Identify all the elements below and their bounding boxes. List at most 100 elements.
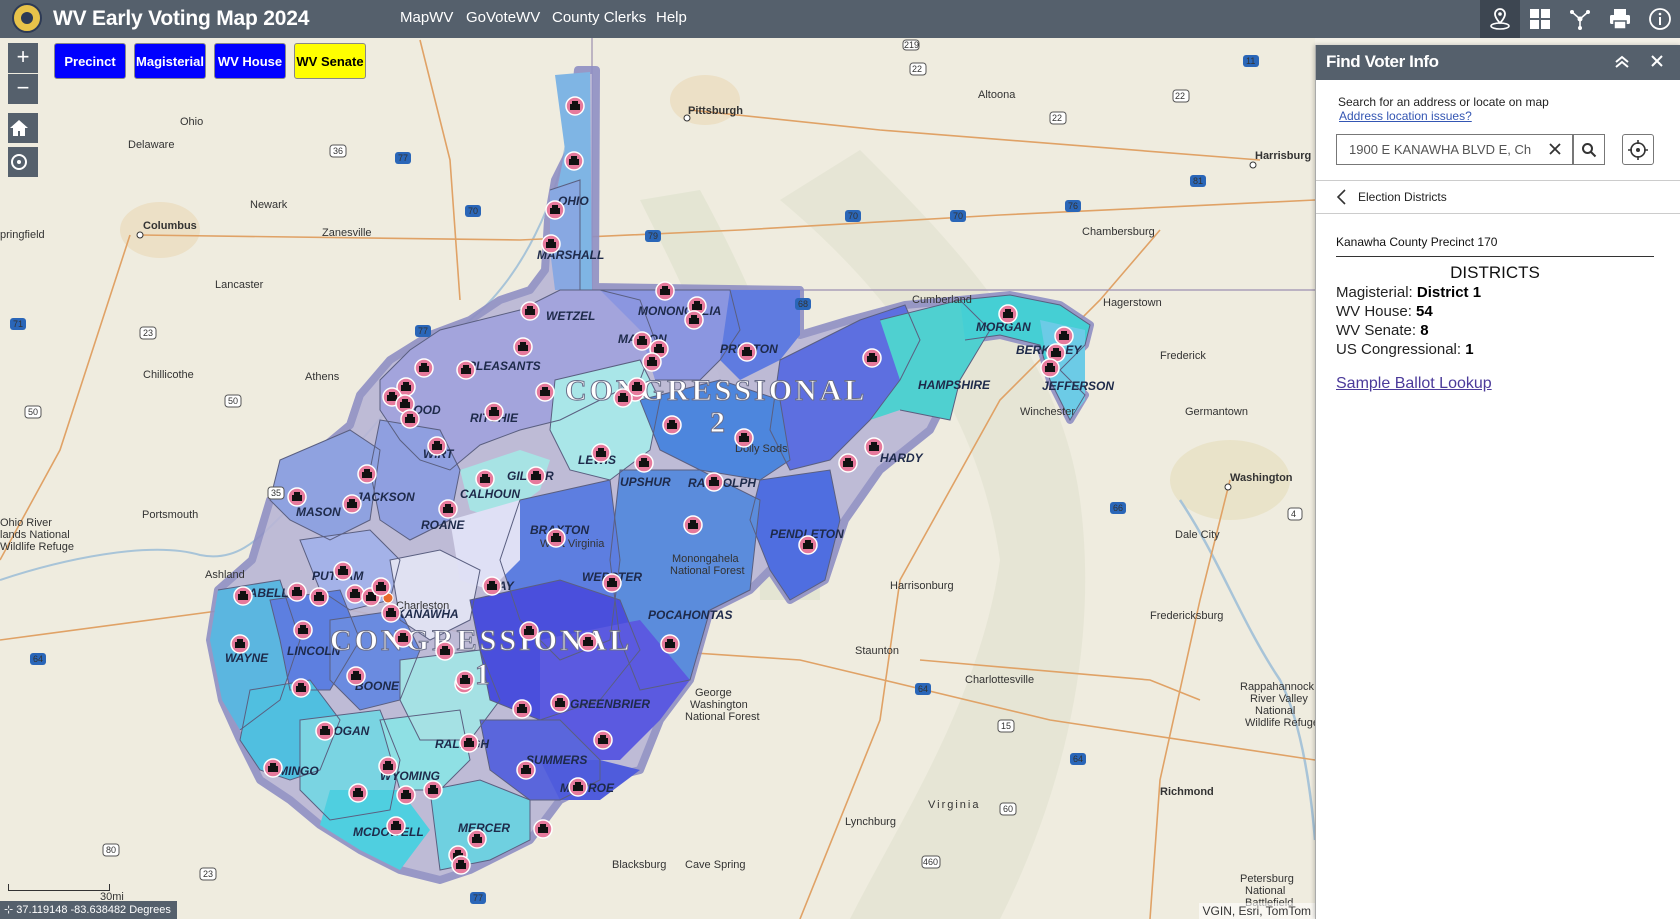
early-voting-site-marker[interactable] — [627, 377, 647, 397]
early-voting-site-marker[interactable] — [546, 528, 566, 548]
early-voting-site-marker[interactable] — [291, 678, 311, 698]
early-voting-site-marker[interactable] — [423, 780, 443, 800]
early-voting-site-marker[interactable] — [798, 535, 818, 555]
early-voting-site-marker[interactable] — [520, 301, 540, 321]
early-voting-site-marker[interactable] — [342, 494, 362, 514]
close-icon[interactable] — [1649, 53, 1665, 69]
early-voting-site-marker[interactable] — [451, 855, 471, 875]
early-voting-site-marker[interactable] — [578, 632, 598, 652]
early-voting-site-marker[interactable] — [535, 382, 555, 402]
early-voting-site-marker[interactable] — [484, 402, 504, 422]
early-voting-site-marker[interactable] — [345, 584, 365, 604]
early-voting-site-marker[interactable] — [230, 634, 250, 654]
zoom-out-button[interactable]: − — [8, 74, 38, 104]
early-voting-site-marker[interactable] — [456, 360, 476, 380]
locate-button[interactable] — [8, 147, 38, 177]
precinct-layer-button[interactable]: Precinct — [54, 43, 126, 79]
early-voting-site-marker[interactable] — [519, 621, 539, 641]
early-voting-site-marker[interactable] — [642, 352, 662, 372]
early-voting-site-marker[interactable] — [427, 436, 447, 456]
early-voting-site-marker[interactable] — [315, 721, 335, 741]
early-voting-site-marker[interactable] — [541, 234, 561, 254]
early-voting-site-marker[interactable] — [293, 620, 313, 640]
early-voting-site-marker[interactable] — [564, 151, 584, 171]
early-voting-site-marker[interactable] — [414, 358, 434, 378]
nav-help[interactable]: Help — [656, 9, 687, 26]
nav-county-clerks[interactable]: County Clerks — [552, 9, 646, 26]
early-voting-site-marker[interactable] — [545, 200, 565, 220]
early-voting-site-marker[interactable] — [660, 634, 680, 654]
early-voting-site-marker[interactable] — [593, 730, 613, 750]
early-voting-site-marker[interactable] — [591, 443, 611, 463]
early-voting-site-marker[interactable] — [655, 281, 675, 301]
early-voting-site-marker[interactable] — [662, 415, 682, 435]
share-icon[interactable] — [1560, 0, 1600, 38]
basemap-gallery-icon[interactable] — [1520, 0, 1560, 38]
early-voting-site-marker[interactable] — [568, 777, 588, 797]
early-voting-site-marker[interactable] — [516, 760, 536, 780]
address-issues-link[interactable]: Address location issues? — [1339, 109, 1472, 123]
early-voting-site-marker[interactable] — [864, 437, 884, 457]
early-voting-site-marker[interactable] — [467, 829, 487, 849]
early-voting-site-marker[interactable] — [533, 819, 553, 839]
early-voting-site-marker[interactable] — [482, 576, 502, 596]
info-icon[interactable] — [1640, 0, 1680, 38]
early-voting-site-marker[interactable] — [287, 582, 307, 602]
nav-mapwv[interactable]: MapWV — [400, 9, 453, 26]
early-voting-site-marker[interactable] — [632, 331, 652, 351]
early-voting-site-marker[interactable] — [734, 428, 754, 448]
early-voting-site-marker[interactable] — [378, 756, 398, 776]
early-voting-site-marker[interactable] — [704, 472, 724, 492]
early-voting-site-marker[interactable] — [438, 499, 458, 519]
early-voting-site-marker[interactable] — [550, 693, 570, 713]
election-districts-back[interactable]: Election Districts — [1316, 180, 1680, 214]
early-voting-site-marker[interactable] — [737, 342, 757, 362]
early-voting-site-marker[interactable] — [526, 466, 546, 486]
early-voting-site-marker[interactable] — [371, 577, 391, 597]
early-voting-site-marker[interactable] — [396, 785, 416, 805]
early-voting-site-marker[interactable] — [348, 783, 368, 803]
sample-ballot-link[interactable]: Sample Ballot Lookup — [1336, 375, 1492, 393]
early-voting-site-marker[interactable] — [1040, 358, 1060, 378]
early-voting-site-marker[interactable] — [393, 628, 413, 648]
zoom-in-button[interactable]: + — [8, 43, 38, 73]
early-voting-site-marker[interactable] — [400, 409, 420, 429]
early-voting-site-marker[interactable] — [512, 699, 532, 719]
early-voting-site-marker[interactable] — [287, 487, 307, 507]
early-voting-site-marker[interactable] — [459, 733, 479, 753]
early-voting-site-marker[interactable] — [381, 603, 401, 623]
early-voting-site-marker[interactable] — [862, 348, 882, 368]
early-voting-site-marker[interactable] — [565, 96, 585, 116]
clear-icon[interactable] — [1548, 142, 1562, 161]
early-voting-site-marker[interactable] — [346, 666, 366, 686]
home-button[interactable] — [8, 113, 38, 143]
early-voting-site-marker[interactable] — [475, 469, 495, 489]
wv-house-layer-button[interactable]: WV House — [214, 43, 286, 79]
early-voting-site-marker[interactable] — [838, 453, 858, 473]
early-voting-site-marker[interactable] — [263, 758, 283, 778]
early-voting-site-marker[interactable] — [233, 586, 253, 606]
early-voting-site-marker[interactable] — [309, 587, 329, 607]
early-voting-site-marker[interactable] — [1054, 326, 1074, 346]
search-button[interactable] — [1573, 134, 1605, 165]
early-voting-site-marker[interactable] — [435, 641, 455, 661]
nav-govotewv[interactable]: GoVoteWV — [466, 9, 540, 26]
print-icon[interactable] — [1600, 0, 1640, 38]
magisterial-layer-button[interactable]: Magisterial — [134, 43, 206, 79]
chevron-left-icon[interactable] — [1336, 189, 1348, 210]
early-voting-site-marker[interactable] — [455, 670, 475, 690]
wv-senate-layer-button[interactable]: WV Senate — [294, 43, 366, 79]
locate-voter-icon[interactable] — [1480, 0, 1520, 38]
early-voting-site-marker[interactable] — [513, 337, 533, 357]
early-voting-site-marker[interactable] — [684, 310, 704, 330]
early-voting-site-marker[interactable] — [602, 573, 622, 593]
early-voting-site-marker[interactable] — [386, 816, 406, 836]
collapse-icon[interactable] — [1613, 52, 1631, 70]
early-voting-site-marker[interactable] — [683, 515, 703, 535]
early-voting-site-marker[interactable] — [634, 453, 654, 473]
map-view[interactable]: 36 77 70 79 70 70 76 81 71 77 68 66 64 6… — [0, 38, 1315, 919]
early-voting-site-marker[interactable] — [998, 304, 1018, 324]
locate-me-button[interactable] — [1622, 134, 1654, 165]
early-voting-site-marker[interactable] — [333, 561, 353, 581]
address-search-input[interactable] — [1337, 135, 1543, 164]
